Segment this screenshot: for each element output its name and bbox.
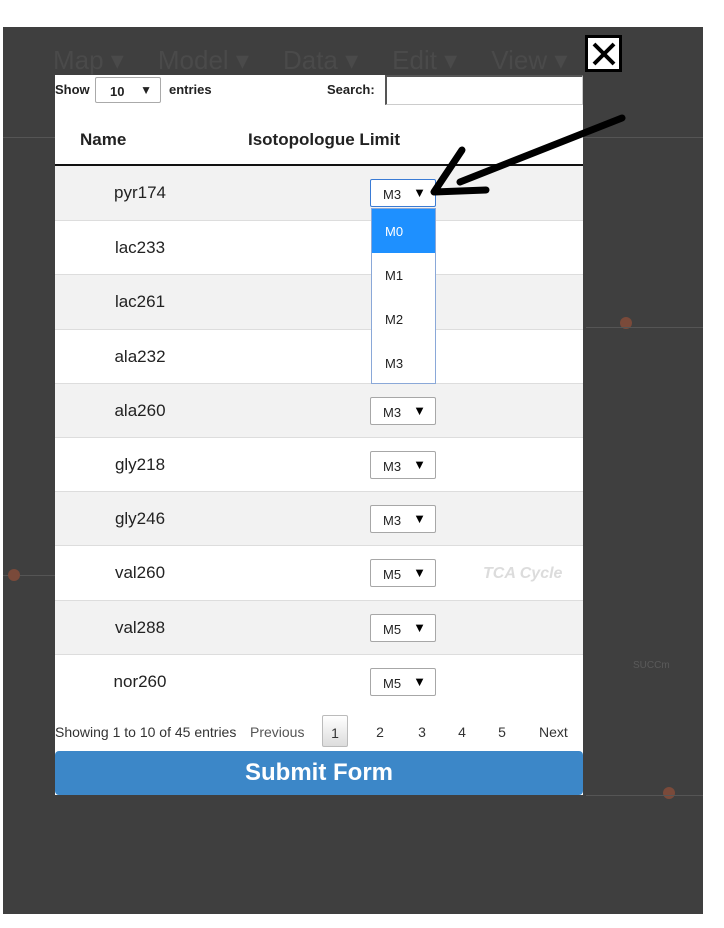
limit-select-value: M5 <box>383 675 402 691</box>
background-menu: Data ▾ <box>282 45 359 75</box>
row-name: lac261 <box>114 292 166 312</box>
close-button[interactable] <box>585 35 622 72</box>
limit-option[interactable]: M3 <box>372 341 435 385</box>
background-label: SUCCm <box>633 660 670 671</box>
table-row: val260 M5 ▼ TCA Cycle <box>55 545 583 599</box>
background-menubar: Map ▾ Model ▾ Data ▾ Edit ▾ View ▾ <box>53 45 567 76</box>
row-name: ala232 <box>114 346 166 366</box>
background-menu: Model ▾ <box>157 45 249 75</box>
column-header-name[interactable]: Name <box>80 130 126 150</box>
chevron-down-icon: ▼ <box>413 619 426 635</box>
limit-select[interactable]: M3 ▼ <box>370 396 436 425</box>
chevron-down-icon: ▼ <box>413 456 426 472</box>
table-row: gly218 M3 ▼ <box>55 436 583 491</box>
table-row: lac233 <box>55 220 583 274</box>
chevron-down-icon: ▼ <box>413 511 426 527</box>
chevron-down-icon: ▼ <box>413 402 426 418</box>
background-label: TCA Cycle <box>483 565 563 583</box>
table-footer: Showing 1 to 10 of 45 entries Previous 1… <box>55 715 583 750</box>
table-row: ala260 M3 ▼ <box>55 382 583 437</box>
row-name: nor260 <box>113 671 167 691</box>
page-button-3[interactable]: 3 <box>409 724 435 740</box>
limit-select[interactable]: M5 ▼ <box>370 613 436 642</box>
row-name: ala260 <box>114 400 166 420</box>
limit-option[interactable]: M0 <box>372 209 435 253</box>
row-name: pyr174 <box>114 183 166 202</box>
limit-select[interactable]: M5 ▼ <box>370 559 436 588</box>
column-header-isotopologue-limit[interactable]: Isotopologue Limit <box>248 130 400 150</box>
previous-page-button[interactable]: Previous <box>250 724 304 740</box>
search-label: Search: <box>327 82 375 97</box>
background-pathway-line <box>586 327 703 328</box>
entries-per-page-value: 10 <box>110 84 125 99</box>
next-page-button[interactable]: Next <box>539 724 568 740</box>
close-icon <box>592 42 615 65</box>
chevron-down-icon: ▼ <box>413 565 426 581</box>
background-pathway-node <box>8 569 20 581</box>
background-menu: Map ▾ <box>53 45 124 75</box>
limit-option[interactable]: M2 <box>372 297 435 341</box>
limit-select-value: M3 <box>383 187 402 202</box>
submit-button[interactable]: Submit Form <box>55 751 583 795</box>
entries-info: Showing 1 to 10 of 45 entries <box>55 724 237 740</box>
table-row: lac261 <box>55 274 583 329</box>
background-menu: View ▾ <box>491 45 568 75</box>
table-row: ala232 <box>55 328 583 383</box>
limit-select[interactable]: M3 ▼ <box>370 450 436 479</box>
limit-option[interactable]: M1 <box>372 253 435 297</box>
limit-select[interactable]: M5 ▼ <box>370 667 436 696</box>
row-name: val260 <box>114 563 166 583</box>
limit-select[interactable]: M3 ▼ <box>370 505 436 534</box>
page-button-2[interactable]: 2 <box>367 724 393 740</box>
limit-select-value: M3 <box>383 404 402 420</box>
background-pathway-node <box>663 787 675 799</box>
limit-select-value: M5 <box>383 567 402 583</box>
page-button-1[interactable]: 1 <box>322 715 348 747</box>
background-pathway-line <box>586 795 703 796</box>
page-button-4[interactable]: 4 <box>449 724 475 740</box>
table-row: val288 M5 ▼ <box>55 599 583 654</box>
background-menu: Edit ▾ <box>392 45 458 75</box>
limit-select-value: M3 <box>383 513 402 529</box>
chevron-down-icon: ▼ <box>413 673 426 689</box>
row-name: val288 <box>114 617 166 637</box>
row-name: gly246 <box>114 509 166 529</box>
table-row: gly246 M3 ▼ <box>55 491 583 546</box>
entries-per-page-select[interactable]: 10 ▼ <box>95 77 161 103</box>
table-row: nor260 M5 ▼ <box>55 653 583 708</box>
row-name: gly218 <box>114 454 166 474</box>
table-body: pyr174 M3 ▼ lac233 lac261 ala232 ala260 M… <box>55 166 583 708</box>
entries-label: entries <box>169 82 212 97</box>
limit-select-value: M5 <box>383 621 402 637</box>
chevron-down-icon: ▼ <box>140 83 152 97</box>
limit-select-value: M3 <box>383 458 402 474</box>
row-name: lac233 <box>114 238 166 258</box>
annotation-arrow-icon <box>430 114 626 196</box>
show-label: Show <box>55 82 90 97</box>
limit-options-list: M0 M1 M2 M3 <box>371 208 436 384</box>
page-button-5[interactable]: 5 <box>489 724 515 740</box>
